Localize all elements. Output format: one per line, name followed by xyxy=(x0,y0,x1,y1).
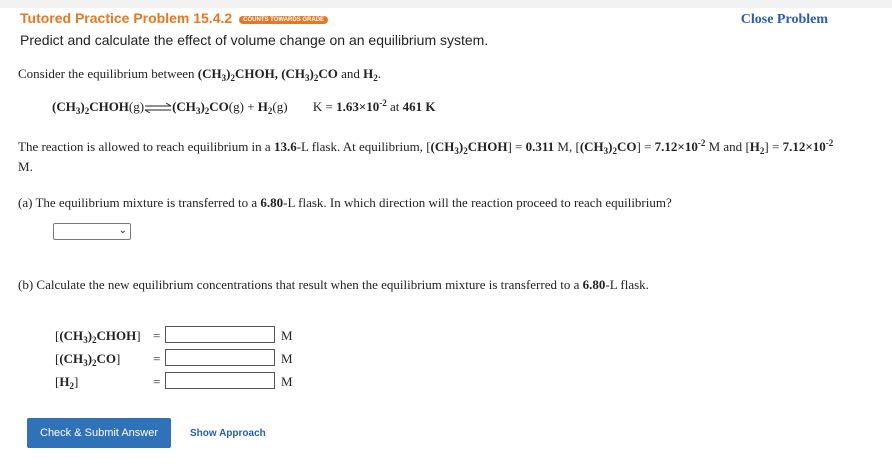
close-problem-link[interactable]: Close Problem xyxy=(741,12,828,28)
part-b-question: (b) Calculate the new equilibrium concen… xyxy=(18,277,649,292)
top-bar xyxy=(0,0,892,8)
isopropanol-concentration-input[interactable] xyxy=(165,326,275,343)
hydrogen-concentration-input[interactable] xyxy=(165,372,275,389)
hydrogen-label: [H2] xyxy=(55,374,79,391)
isopropanol-label: [(CH3)2CHOH] xyxy=(55,328,141,345)
chevron-down-icon: ⌄ xyxy=(118,225,127,236)
equilibrium-equation: (CH3)2CHOH(g) (CH3)2CO(g) + H2(g) K = 1.6… xyxy=(52,98,436,116)
grade-badge: COUNTS TOWARDS GRADE xyxy=(239,16,329,24)
problem-subtitle: Predict and calculate the effect of volu… xyxy=(20,32,489,48)
equilibrium-arrow-icon xyxy=(144,103,172,114)
show-approach-link[interactable]: Show Approach xyxy=(190,428,266,439)
intro-text: Consider the equilibrium between (CH3)2C… xyxy=(18,66,382,83)
direction-select[interactable]: ⌄ xyxy=(53,223,131,240)
part-a-question: (a) The equilibrium mixture is transferr… xyxy=(18,195,672,210)
problem-title: Tutored Practice Problem 15.4.2 xyxy=(20,10,233,26)
equilibrium-statement: The reaction is allowed to reach equilib… xyxy=(18,138,834,175)
check-submit-button[interactable]: Check & Submit Answer xyxy=(27,418,171,448)
acetone-label: [(CH3)2CO] xyxy=(55,351,121,368)
problem-header: Tutored Practice Problem 15.4.2 COUNTS T… xyxy=(20,10,488,48)
acetone-concentration-input[interactable] xyxy=(165,349,275,366)
